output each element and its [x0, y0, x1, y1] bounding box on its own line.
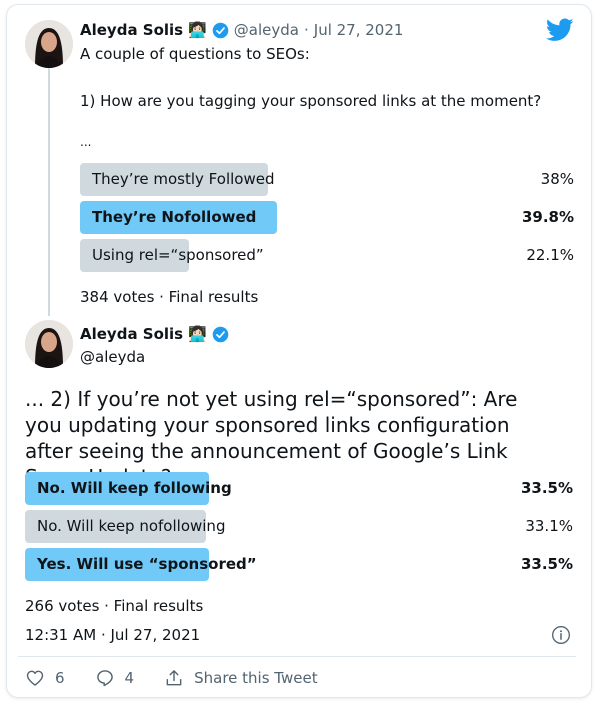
author-handle[interactable]: @aleyda: [234, 21, 299, 39]
poll-option-label: No. Will keep following: [37, 479, 232, 497]
poll-1-summary: 384 votes · Final results: [80, 288, 259, 306]
poll-option: They’re mostly Followed 38%: [80, 163, 574, 196]
poll-option-percent: 39.8%: [521, 208, 574, 226]
share-icon: [166, 670, 182, 686]
poll-option-percent: 33.5%: [520, 555, 573, 573]
avatar-image: [25, 320, 73, 368]
reply-button[interactable]: 4: [95, 668, 135, 688]
tweet-date[interactable]: Jul 27, 2021: [314, 21, 404, 39]
separator: ·: [303, 21, 309, 39]
author-name[interactable]: Aleyda Solis: [80, 21, 183, 39]
poll-option: Yes. Will use “sponsored” 33.5%: [25, 548, 573, 581]
heart-icon: [26, 670, 44, 686]
poll-option-percent: 33.5%: [520, 479, 573, 497]
tweet1-ellipsis: ...: [80, 135, 92, 149]
thread-connector: [48, 68, 50, 316]
poll-option-percent: 33.1%: [525, 517, 573, 535]
poll-option: No. Will keep following 33.5%: [25, 472, 573, 505]
poll-option-label: Yes. Will use “sponsored”: [37, 555, 257, 573]
poll-option-percent: 22.1%: [526, 246, 574, 264]
avatar[interactable]: [25, 20, 73, 68]
like-count: 6: [55, 669, 65, 687]
poll-2-summary: 266 votes · Final results: [25, 597, 204, 615]
reply-bubble-icon: [96, 670, 113, 687]
share-label: Share this Tweet: [194, 669, 318, 687]
divider: [18, 656, 576, 657]
verified-badge-icon: [212, 22, 229, 38]
tweet-actions: 6 4 Share this Tweet: [25, 668, 318, 688]
reply-count: 4: [124, 669, 135, 687]
technologist-emoji-icon: 👩🏻‍💻: [188, 20, 207, 39]
tweet1-header: Aleyda Solis 👩🏻‍💻 @aleyda · Jul 27, 2021: [80, 21, 403, 39]
poll-option-label: Using rel=“sponsored”: [92, 246, 264, 264]
poll-option: No. Will keep nofollowing 33.1%: [25, 510, 573, 543]
poll-option-label: They’re mostly Followed: [92, 170, 275, 188]
info-icon[interactable]: [551, 625, 571, 645]
author-name[interactable]: Aleyda Solis: [80, 325, 183, 343]
share-button[interactable]: Share this Tweet: [164, 668, 318, 688]
avatar[interactable]: [25, 320, 73, 368]
poll-option-label: No. Will keep nofollowing: [37, 517, 226, 535]
avatar-image: [25, 20, 73, 68]
tweet-timestamp[interactable]: 12:31 AM · Jul 27, 2021: [25, 625, 200, 645]
poll-option: They’re Nofollowed 39.8%: [80, 201, 574, 234]
like-button[interactable]: 6: [25, 668, 65, 688]
poll-option: Using rel=“sponsored” 22.1%: [80, 239, 574, 272]
tweet2-header: Aleyda Solis 👩🏻‍💻: [80, 325, 229, 343]
poll-option-percent: 38%: [540, 170, 574, 188]
author-handle[interactable]: @aleyda: [80, 347, 145, 367]
verified-badge-icon: [212, 326, 229, 342]
poll-option-label: They’re Nofollowed: [92, 208, 257, 226]
tweet1-intro: A couple of questions to SEOs:: [80, 45, 310, 63]
twitter-logo-icon[interactable]: [546, 18, 574, 42]
technologist-emoji-icon: 👩🏻‍💻: [188, 324, 207, 343]
tweet1-question: 1) How are you tagging your sponsored li…: [80, 92, 542, 110]
